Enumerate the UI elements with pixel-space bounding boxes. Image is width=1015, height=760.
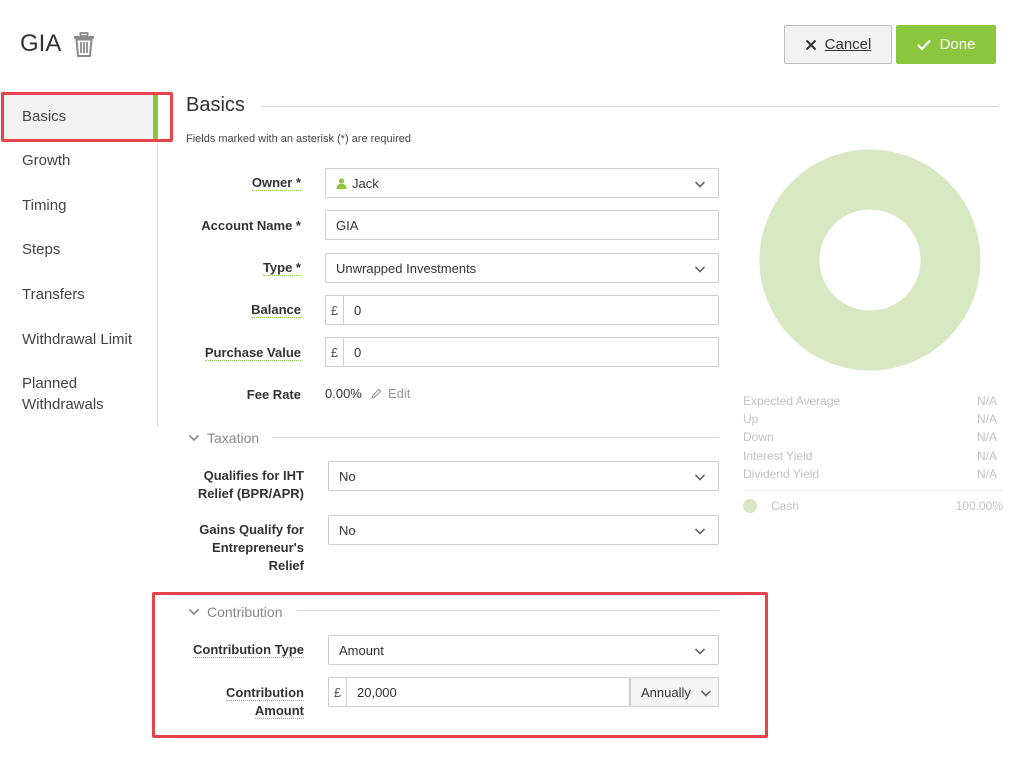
stat-dividend-yield: Dividend Yield N/A: [743, 467, 997, 481]
legend-item-cash: Cash 100.00%: [743, 499, 1003, 513]
chevron-down-icon: [700, 690, 712, 697]
purchase-value-input[interactable]: £ 0: [325, 337, 719, 367]
done-button[interactable]: Done: [896, 25, 996, 64]
entrepreneur-relief-value: No: [339, 522, 356, 538]
type-label: Type *: [262, 260, 301, 276]
chevron-down-icon: [694, 528, 706, 535]
chevron-down-icon: [188, 608, 200, 616]
fee-rate-edit-link[interactable]: Edit: [371, 386, 410, 401]
entrepreneur-relief-label: Gains Qualify for Entrepreneur's Relief: [199, 522, 304, 573]
sidebar-item-growth[interactable]: Growth: [22, 150, 70, 171]
contribution-type-select[interactable]: Amount: [328, 635, 719, 665]
stats-divider: [743, 490, 1003, 491]
page-title: GIA: [20, 30, 62, 57]
taxation-toggle[interactable]: Taxation: [188, 430, 259, 446]
contribution-heading: Contribution: [207, 604, 283, 620]
required-note: Fields marked with an asterisk (*) are r…: [186, 133, 411, 145]
iht-relief-value: No: [339, 468, 356, 484]
balance-input[interactable]: £ 0: [325, 295, 719, 325]
contribution-divider: [297, 610, 719, 611]
section-title: Basics: [186, 94, 245, 116]
contribution-type-label: Contribution Type: [193, 642, 304, 658]
allocation-donut-chart: [759, 149, 981, 371]
checkmark-icon: [916, 39, 931, 51]
owner-value: Jack: [352, 175, 379, 191]
contribution-amount-label: Contribution Amount: [226, 685, 304, 719]
edit-label: Edit: [388, 386, 411, 401]
cancel-label: Cancel: [824, 36, 872, 53]
account-name-input[interactable]: GIA: [325, 210, 719, 240]
done-label: Done: [939, 36, 976, 53]
balance-value: 0: [354, 302, 362, 318]
account-name-value: GIA: [336, 217, 359, 233]
chevron-down-icon: [694, 266, 706, 273]
account-name-label: Account Name *: [201, 218, 301, 233]
stat-expected-average: Expected Average N/A: [743, 394, 997, 408]
owner-select[interactable]: Jack: [325, 168, 719, 198]
currency-symbol: £: [326, 338, 344, 366]
contribution-frequency-select[interactable]: Annually: [630, 677, 719, 707]
pencil-icon: [371, 388, 382, 399]
type-value: Unwrapped Investments: [336, 260, 477, 276]
trash-icon[interactable]: [72, 32, 96, 58]
currency-symbol: £: [326, 296, 344, 324]
section-divider: [262, 106, 998, 107]
iht-relief-label: Qualifies for IHT Relief (BPR/APR): [197, 468, 304, 501]
taxation-divider: [272, 437, 719, 438]
contribution-amount-value: 20,000: [357, 684, 397, 700]
chevron-down-icon: [694, 648, 706, 655]
contribution-frequency-value: Annually: [641, 684, 691, 700]
balance-label: Balance: [251, 302, 301, 318]
sidebar-item-basics[interactable]: Basics: [22, 106, 66, 127]
legend-label: Cash: [771, 499, 800, 513]
legend-swatch: [743, 499, 757, 513]
contribution-amount-input[interactable]: £ 20,000: [328, 677, 630, 707]
sidebar-item-steps[interactable]: Steps: [22, 239, 60, 260]
chevron-down-icon: [694, 181, 706, 188]
sidebar-item-label-line1: Planned: [22, 375, 78, 392]
purchase-value-value: 0: [354, 344, 362, 360]
owner-label: Owner *: [251, 175, 301, 191]
user-icon: [336, 177, 347, 189]
stat-interest-yield: Interest Yield N/A: [743, 449, 997, 463]
donut-slice-cash: [759, 149, 981, 371]
stat-down: Down N/A: [743, 430, 997, 444]
contribution-type-value: Amount: [339, 642, 384, 658]
sidebar-item-withdrawal-limit[interactable]: Withdrawal Limit: [22, 329, 132, 350]
fee-rate-value: 0.00%: [325, 386, 362, 401]
sidebar-item-planned-withdrawals[interactable]: Planned Withdrawals: [22, 373, 104, 415]
sidebar-item-label-line2: Withdrawals: [22, 396, 104, 413]
iht-relief-select[interactable]: No: [328, 461, 719, 491]
active-indicator: [153, 92, 158, 140]
sidebar-item-transfers[interactable]: Transfers: [22, 284, 85, 305]
stat-up: Up N/A: [743, 412, 997, 426]
type-select[interactable]: Unwrapped Investments: [325, 253, 719, 283]
taxation-heading: Taxation: [207, 430, 260, 446]
legend-value: 100.00%: [955, 499, 1003, 513]
entrepreneur-relief-select[interactable]: No: [328, 515, 719, 545]
close-icon: [805, 39, 816, 50]
fee-rate-label: Fee Rate: [246, 387, 301, 402]
currency-symbol: £: [329, 678, 347, 706]
cancel-button[interactable]: Cancel: [784, 25, 892, 64]
purchase-value-label: Purchase Value: [204, 345, 301, 361]
chevron-down-icon: [188, 434, 200, 442]
contribution-toggle[interactable]: Contribution: [188, 604, 283, 620]
chevron-down-icon: [694, 474, 706, 481]
sidebar-item-timing[interactable]: Timing: [22, 195, 66, 216]
